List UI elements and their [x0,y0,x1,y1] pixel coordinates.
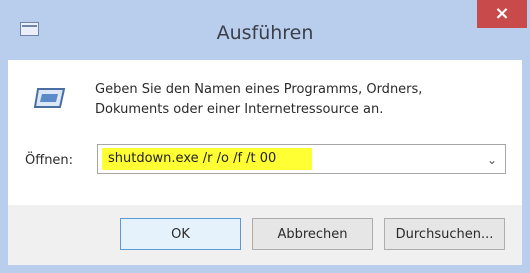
description-line-2: Dokuments oder einer Internetressource a… [95,102,384,117]
run-dialog: Ausführen × Geben Sie den Namen eines Pr… [0,0,530,273]
description-line-1: Geben Sie den Namen eines Programms, Ord… [95,82,423,97]
dialog-body: Geben Sie den Namen eines Programms, Ord… [8,60,522,205]
ok-button[interactable]: OK [120,218,241,250]
description-text: Geben Sie den Namen eines Programms, Ord… [95,80,495,120]
window-title: Ausführen [216,22,314,44]
close-icon: × [494,3,510,24]
cancel-button[interactable]: Abbrechen [252,218,373,250]
open-combobox[interactable]: ⌄ [97,144,506,174]
dialog-footer: OK Abbrechen Durchsuchen... [8,205,522,265]
browse-button[interactable]: Durchsuchen... [384,218,505,250]
open-label: Öffnen: [25,153,74,168]
chevron-down-icon[interactable]: ⌄ [487,153,497,167]
close-button[interactable]: × [477,0,527,28]
open-input[interactable] [102,148,312,170]
title-bar[interactable]: Ausführen × [0,0,530,60]
run-icon [34,88,66,108]
